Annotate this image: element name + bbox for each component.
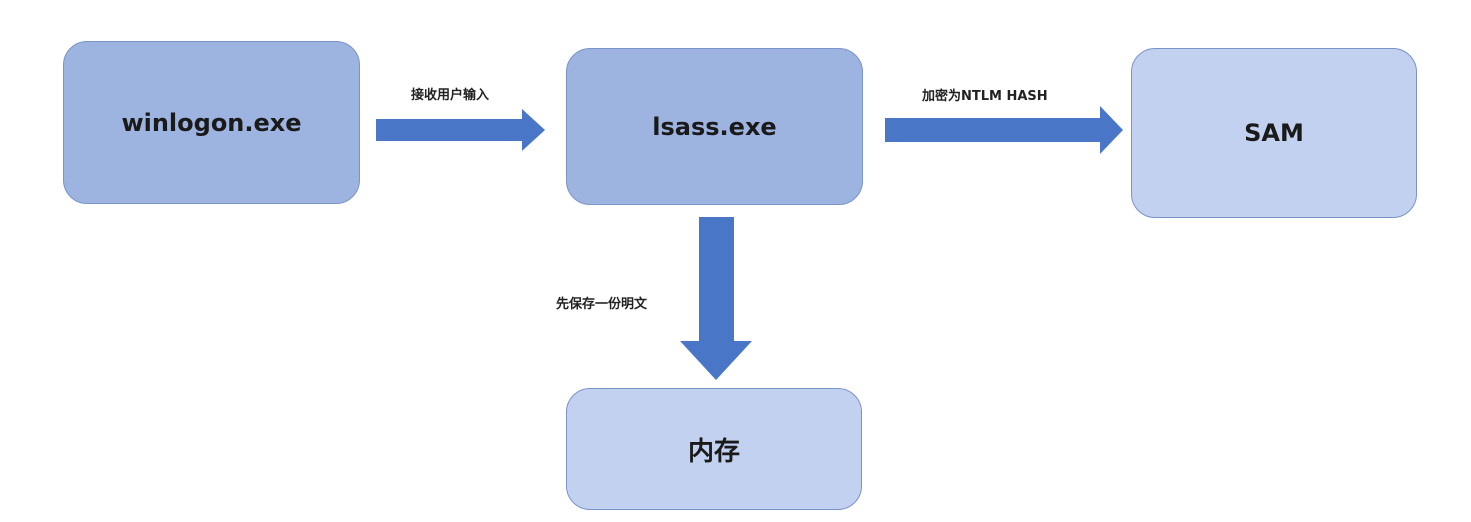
edge-label-receive-input: 接收用户输入 <box>411 88 490 103</box>
edge-label-save-plaintext: 先保存一份明文 <box>556 297 648 312</box>
sam-node: SAM <box>1131 48 1417 218</box>
memory-label: 内存 <box>687 436 740 467</box>
memory-node: 内存 <box>566 388 862 510</box>
winlogon-label: winlogon.exe <box>121 108 302 137</box>
arrow-lsass-to-sam <box>885 106 1123 154</box>
lsass-label: lsass.exe <box>652 112 777 141</box>
edge-label-encrypt-ntlm: 加密为NTLM HASH <box>922 89 1048 104</box>
arrow-lsass-to-memory <box>680 217 752 380</box>
arrow-winlogon-to-lsass <box>376 109 545 151</box>
sam-label: SAM <box>1244 119 1304 147</box>
winlogon-node: winlogon.exe <box>63 41 360 204</box>
lsass-node: lsass.exe <box>566 48 863 205</box>
